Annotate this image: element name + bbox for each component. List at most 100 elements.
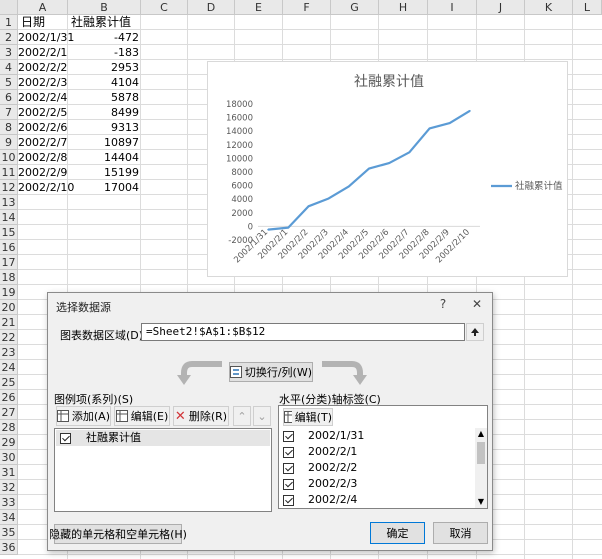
scroll-down-arrow-icon[interactable]: ▼ <box>475 496 487 508</box>
axis-labels-listbox[interactable]: 编辑(T) 2002/1/31 2002/2/1 2002/2/2 2002/2/3 2… <box>278 405 488 509</box>
cell-value[interactable]: 8499 <box>68 105 141 120</box>
collapse-range-button[interactable] <box>466 323 484 341</box>
row-header-33[interactable]: 33 <box>0 495 18 510</box>
row-header-2[interactable]: 2 <box>0 30 18 45</box>
series-list-item[interactable]: 社融累计值 <box>56 430 270 446</box>
cell-value[interactable]: 2953 <box>68 60 141 75</box>
column-header-a[interactable]: A <box>18 0 68 15</box>
cell-value[interactable]: -183 <box>68 45 141 60</box>
row-header-26[interactable]: 26 <box>0 390 18 405</box>
axis-label-checkbox[interactable] <box>283 446 294 458</box>
axis-label-checkbox[interactable] <box>283 478 294 490</box>
close-button[interactable]: ✕ <box>466 295 488 313</box>
row-header-19[interactable]: 19 <box>0 285 18 300</box>
cell-value[interactable]: 10897 <box>68 135 141 150</box>
switch-row-column-button[interactable]: 切换行/列(W) <box>229 362 313 382</box>
row-header-3[interactable]: 3 <box>0 45 18 60</box>
row-header-12[interactable]: 12 <box>0 180 18 195</box>
delete-series-button[interactable]: ✕ 删除(R) <box>173 406 229 426</box>
cell-value[interactable]: 4104 <box>68 75 141 90</box>
column-header-b[interactable]: B <box>68 0 141 15</box>
scroll-thumb[interactable] <box>477 442 485 464</box>
scroll-up-arrow-icon[interactable]: ▲ <box>475 428 487 440</box>
axis-label-item[interactable]: 2002/2/1 <box>283 444 469 460</box>
cell-value[interactable]: 17004 <box>68 180 141 195</box>
row-header-35[interactable]: 35 <box>0 525 18 540</box>
row-header-10[interactable]: 10 <box>0 150 18 165</box>
cell-date[interactable]: 2002/2/6 <box>18 120 68 135</box>
cell-b1-header[interactable]: 社融累计值 <box>68 15 141 30</box>
move-down-button[interactable]: ⌄ <box>253 406 271 426</box>
row-header-25[interactable]: 25 <box>0 375 18 390</box>
cell-date[interactable]: 2002/2/5 <box>18 105 68 120</box>
row-header-9[interactable]: 9 <box>0 135 18 150</box>
row-header-32[interactable]: 32 <box>0 480 18 495</box>
cell-date[interactable]: 2002/2/9 <box>18 165 68 180</box>
cell-date[interactable]: 2002/2/3 <box>18 75 68 90</box>
cell-date[interactable]: 2002/2/10 <box>18 180 74 195</box>
ok-button[interactable]: 确定 <box>370 522 425 544</box>
select-all-corner[interactable] <box>0 0 18 15</box>
add-series-button[interactable]: 添加(A) <box>56 406 111 426</box>
chart-range-input[interactable]: =Sheet2!$A$1:$B$12 <box>141 323 465 341</box>
move-up-button[interactable]: ⌃ <box>233 406 251 426</box>
axis-label-item[interactable]: 2002/2/4 <box>283 492 469 508</box>
hidden-empty-cells-button[interactable]: 隐藏的单元格和空单元格(H) <box>49 524 187 544</box>
axis-label-item[interactable]: 2002/1/31 <box>283 428 469 444</box>
series-listbox[interactable]: 社融累计值 <box>54 428 272 512</box>
row-header-6[interactable]: 6 <box>0 90 18 105</box>
axis-scrollbar[interactable]: ▲ ▼ <box>475 428 487 508</box>
cell-date[interactable]: 2002/2/7 <box>18 135 68 150</box>
row-header-17[interactable]: 17 <box>0 255 18 270</box>
axis-label-checkbox[interactable] <box>283 430 294 442</box>
column-header-c[interactable]: C <box>141 0 188 15</box>
column-header-g[interactable]: G <box>331 0 379 15</box>
row-header-22[interactable]: 22 <box>0 330 18 345</box>
axis-label-item[interactable]: 2002/2/2 <box>283 460 469 476</box>
cell-value[interactable]: 5878 <box>68 90 141 105</box>
row-header-28[interactable]: 28 <box>0 420 18 435</box>
cell-date[interactable]: 2002/2/4 <box>18 90 68 105</box>
cell-value[interactable]: 14404 <box>68 150 141 165</box>
edit-axis-labels-button[interactable]: 编辑(T) <box>283 408 333 426</box>
cell-value[interactable]: 9313 <box>68 120 141 135</box>
row-header-27[interactable]: 27 <box>0 405 18 420</box>
row-header-34[interactable]: 34 <box>0 510 18 525</box>
row-header-18[interactable]: 18 <box>0 270 18 285</box>
column-header-j[interactable]: J <box>477 0 525 15</box>
cell-date[interactable]: 2002/1/31 <box>18 30 74 45</box>
row-header-31[interactable]: 31 <box>0 465 18 480</box>
series-checkbox[interactable] <box>60 432 71 444</box>
column-header-l[interactable]: L <box>573 0 602 15</box>
cell-value[interactable]: 15199 <box>68 165 141 180</box>
cell-date[interactable]: 2002/2/1 <box>18 45 68 60</box>
cell-date[interactable]: 2002/2/8 <box>18 150 68 165</box>
cell-value[interactable]: -472 <box>68 30 141 45</box>
column-header-h[interactable]: H <box>379 0 428 15</box>
row-header-30[interactable]: 30 <box>0 450 18 465</box>
row-header-8[interactable]: 8 <box>0 120 18 135</box>
cell-a1-header[interactable]: 日期 <box>18 15 68 30</box>
help-button[interactable]: ? <box>432 295 454 313</box>
line-chart[interactable]: 社融累计值 -2000 0 2000 4000 6000 8000 10000 12000 140… <box>207 61 568 277</box>
row-header-15[interactable]: 15 <box>0 225 18 240</box>
row-header-5[interactable]: 5 <box>0 75 18 90</box>
axis-label-item[interactable]: 2002/2/3 <box>283 476 469 492</box>
column-header-f[interactable]: F <box>283 0 331 15</box>
row-header-13[interactable]: 13 <box>0 195 18 210</box>
row-header-7[interactable]: 7 <box>0 105 18 120</box>
column-header-k[interactable]: K <box>525 0 573 15</box>
cell-date[interactable]: 2002/2/2 <box>18 60 68 75</box>
row-header-23[interactable]: 23 <box>0 345 18 360</box>
column-header-d[interactable]: D <box>188 0 235 15</box>
axis-label-checkbox[interactable] <box>283 462 294 474</box>
row-header-14[interactable]: 14 <box>0 210 18 225</box>
row-header-4[interactable]: 4 <box>0 60 18 75</box>
cancel-button[interactable]: 取消 <box>433 522 488 544</box>
row-header-20[interactable]: 20 <box>0 300 18 315</box>
edit-series-button[interactable]: 编辑(E) <box>114 406 170 426</box>
row-header-29[interactable]: 29 <box>0 435 18 450</box>
axis-label-checkbox[interactable] <box>283 494 294 506</box>
column-header-e[interactable]: E <box>235 0 283 15</box>
row-header-24[interactable]: 24 <box>0 360 18 375</box>
